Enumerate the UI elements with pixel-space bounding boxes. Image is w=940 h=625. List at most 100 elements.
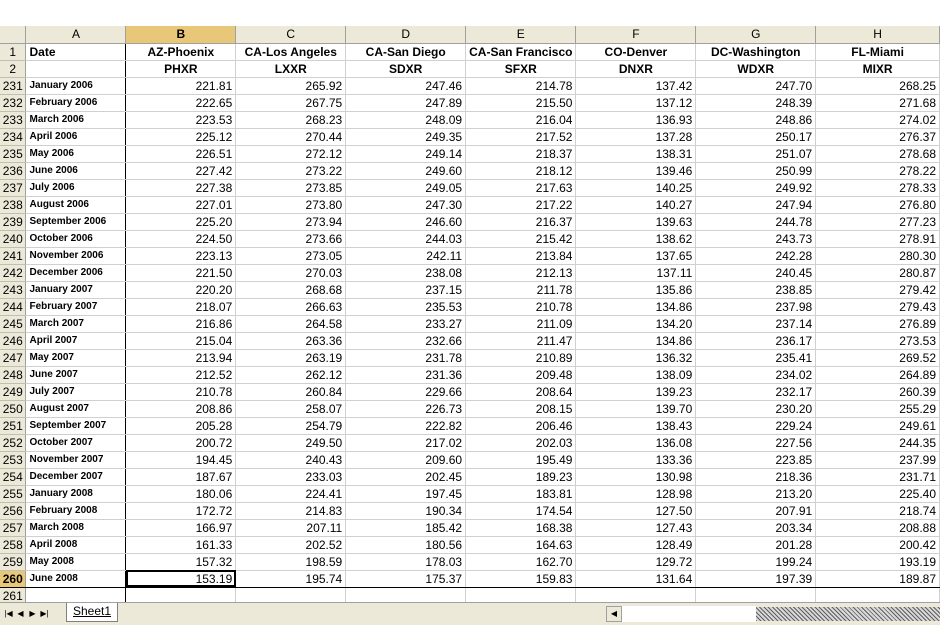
value-cell[interactable]: 247.94 [695,196,817,214]
value-cell[interactable]: 214.83 [235,502,347,520]
header-cell[interactable]: AZ-Phoenix [125,43,237,61]
scrollbar-thumb[interactable] [756,607,940,621]
value-cell[interactable]: 225.20 [125,213,237,231]
scroll-left-button[interactable]: ◀ [606,606,622,622]
row-header[interactable]: 260 [0,570,27,588]
header-cell[interactable]: DNXR [575,60,697,78]
value-cell[interactable]: 199.24 [695,553,817,571]
value-cell[interactable]: 271.68 [815,94,940,112]
row-header[interactable]: 250 [0,400,27,418]
date-cell[interactable]: April 2006 [25,128,127,146]
date-cell[interactable]: July 2006 [25,179,127,197]
row-header[interactable]: 258 [0,536,27,554]
horizontal-scrollbar[interactable]: ◀ [606,606,940,622]
value-cell[interactable]: 211.09 [465,315,577,333]
row-header[interactable]: 247 [0,349,27,367]
value-cell[interactable]: 211.47 [465,332,577,350]
value-cell[interactable]: 249.14 [345,145,467,163]
value-cell[interactable]: 238.85 [695,281,817,299]
date-cell[interactable]: May 2006 [25,145,127,163]
date-cell[interactable]: February 2008 [25,502,127,520]
value-cell[interactable]: 197.39 [695,570,817,588]
value-cell[interactable]: 200.72 [125,434,237,452]
value-cell[interactable]: 248.86 [695,111,817,129]
value-cell[interactable]: 278.91 [815,230,940,248]
value-cell[interactable]: 247.46 [345,77,467,95]
value-cell[interactable]: 273.22 [235,162,347,180]
value-cell[interactable]: 242.11 [345,247,467,265]
value-cell[interactable]: 232.17 [695,383,817,401]
value-cell[interactable]: 224.41 [235,485,347,503]
value-cell[interactable]: 223.13 [125,247,237,265]
row-header[interactable]: 246 [0,332,27,350]
header-cell[interactable]: LXXR [235,60,347,78]
value-cell[interactable]: 180.56 [345,536,467,554]
value-cell[interactable]: 189.87 [815,570,940,588]
prev-sheet-button[interactable]: ◀ [15,607,26,620]
value-cell[interactable]: 208.15 [465,400,577,418]
value-cell[interactable]: 203.34 [695,519,817,537]
value-cell[interactable]: 231.78 [345,349,467,367]
row-header[interactable]: 2 [0,60,27,78]
first-sheet-button[interactable]: |◀ [3,607,14,620]
last-sheet-button[interactable]: ▶| [39,607,50,620]
value-cell[interactable]: 178.03 [345,553,467,571]
header-cell[interactable]: CA-Los Angeles [235,43,347,61]
row-header[interactable]: 249 [0,383,27,401]
value-cell[interactable]: 216.37 [465,213,577,231]
value-cell[interactable]: 130.98 [575,468,697,486]
value-cell[interactable]: 139.63 [575,213,697,231]
value-cell[interactable]: 190.34 [345,502,467,520]
value-cell[interactable]: 280.30 [815,247,940,265]
value-cell[interactable]: 162.70 [465,553,577,571]
value-cell[interactable]: 159.83 [465,570,577,588]
value-cell[interactable]: 135.86 [575,281,697,299]
value-cell[interactable]: 174.54 [465,502,577,520]
date-cell[interactable]: October 2006 [25,230,127,248]
value-cell[interactable]: 164.63 [465,536,577,554]
value-cell[interactable]: 240.45 [695,264,817,282]
value-cell[interactable]: 276.37 [815,128,940,146]
value-cell[interactable]: 213.20 [695,485,817,503]
value-cell[interactable]: 249.92 [695,179,817,197]
value-cell[interactable]: 273.05 [235,247,347,265]
date-cell[interactable]: June 2006 [25,162,127,180]
active-cell[interactable]: 153.19 [125,570,237,588]
value-cell[interactable]: 213.94 [125,349,237,367]
row-header[interactable]: 235 [0,145,27,163]
header-cell[interactable]: CO-Denver [575,43,697,61]
row-header[interactable]: 232 [0,94,27,112]
date-cell[interactable]: September 2006 [25,213,127,231]
scrollbar-track[interactable] [622,606,756,622]
value-cell[interactable]: 134.86 [575,298,697,316]
value-cell[interactable]: 226.73 [345,400,467,418]
value-cell[interactable]: 134.86 [575,332,697,350]
date-cell[interactable]: February 2007 [25,298,127,316]
value-cell[interactable]: 217.63 [465,179,577,197]
header-cell[interactable]: SFXR [465,60,577,78]
value-cell[interactable]: 194.45 [125,451,237,469]
value-cell[interactable]: 208.64 [465,383,577,401]
date-cell[interactable]: January 2006 [25,77,127,95]
value-cell[interactable]: 139.23 [575,383,697,401]
value-cell[interactable]: 247.30 [345,196,467,214]
value-cell[interactable]: 237.98 [695,298,817,316]
row-header[interactable]: 236 [0,162,27,180]
value-cell[interactable]: 278.68 [815,145,940,163]
column-header-f[interactable]: F [575,26,697,44]
header-cell[interactable]: WDXR [695,60,817,78]
date-cell[interactable]: June 2008 [25,570,127,588]
value-cell[interactable]: 187.67 [125,468,237,486]
value-cell[interactable]: 136.08 [575,434,697,452]
sheet-tab-sheet1[interactable]: Sheet1 [66,603,119,622]
date-cell[interactable]: May 2007 [25,349,127,367]
value-cell[interactable]: 218.12 [465,162,577,180]
value-cell[interactable]: 198.59 [235,553,347,571]
column-header-e[interactable]: E [465,26,577,44]
value-cell[interactable]: 161.33 [125,536,237,554]
value-cell[interactable]: 249.50 [235,434,347,452]
value-cell[interactable]: 274.02 [815,111,940,129]
value-cell[interactable]: 195.74 [235,570,347,588]
value-cell[interactable]: 229.24 [695,417,817,435]
value-cell[interactable]: 223.85 [695,451,817,469]
